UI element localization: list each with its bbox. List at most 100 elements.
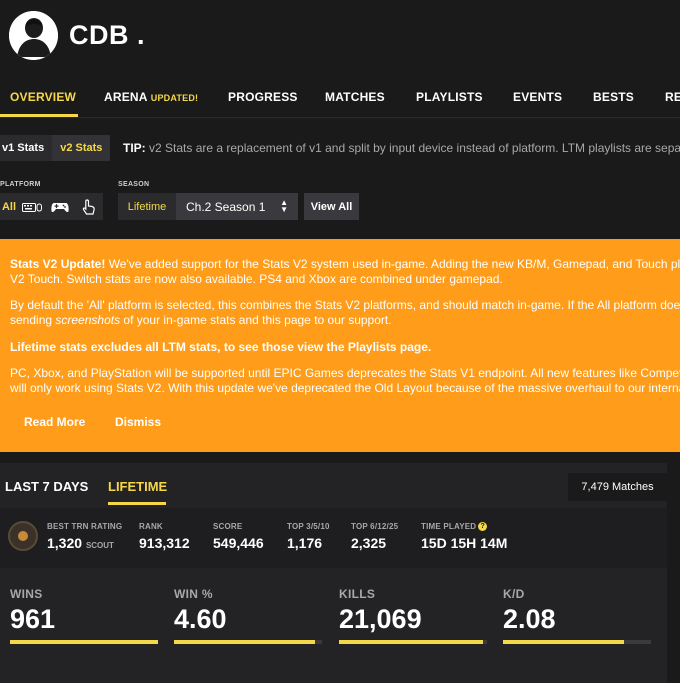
tab-progress[interactable]: PROGRESS: [228, 90, 298, 104]
read-more-button[interactable]: Read More: [24, 414, 85, 430]
top-3-5-10-value: 1,176: [287, 535, 323, 551]
top-6-12-25-stat: TOP 6/12/25 2,325: [351, 522, 398, 551]
v1-stats-button[interactable]: v1 Stats: [0, 135, 53, 161]
banner-line-4: sending screenshots of your in-game stat…: [10, 312, 392, 328]
season-select-value: Ch.2 Season 1: [186, 199, 266, 214]
info-icon[interactable]: ?: [478, 522, 488, 532]
tip-body: v2 Stats are a replacement of v1 and spl…: [149, 141, 680, 155]
wins-progress-fill: [10, 640, 158, 644]
kd-progress-fill: [503, 640, 625, 644]
tab-last-7-days[interactable]: LAST 7 DAYS: [5, 479, 88, 494]
tab-lifetime[interactable]: LIFETIME: [108, 479, 167, 494]
score-value: 549,446: [213, 535, 264, 551]
tab-events[interactable]: EVENTS: [513, 90, 562, 104]
wins-progress-bar: [10, 640, 158, 644]
v2-stats-button[interactable]: v2 Stats: [52, 135, 111, 161]
platform-filter: All: [0, 193, 103, 220]
gamepad-icon[interactable]: [46, 193, 74, 220]
score-stat: SCORE 549,446: [213, 522, 264, 551]
stats-tabs: LAST 7 DAYS LIFETIME 7,479 Matches: [0, 463, 667, 508]
best-trn-rating-label: BEST TRN RATING: [47, 522, 123, 531]
banner-line-5: Lifetime stats excludes all LTM stats, t…: [10, 340, 432, 354]
lifetime-tab-underline: [108, 502, 166, 505]
banner-line-4-emphasis: screenshots: [55, 313, 121, 327]
banner-line-2: V2 Touch. Switch stats are now also avai…: [10, 272, 503, 286]
rank-stat: RANK 913,312: [139, 522, 190, 551]
avatar[interactable]: [9, 11, 58, 60]
kills-stat: KILLS 21,069: [339, 587, 479, 635]
season-lifetime-button[interactable]: Lifetime: [118, 193, 176, 220]
avatar-silhouette-icon: [9, 11, 58, 60]
win-percent-progress-bar: [174, 640, 322, 644]
wins-label: WINS: [10, 587, 43, 601]
top-3-5-10-stat: TOP 3/5/10 1,176: [287, 522, 330, 551]
summary-stats-row: BEST TRN RATING 1,320 SCOUT RANK 913,312…: [0, 508, 667, 568]
tab-bests[interactable]: BESTS: [593, 90, 634, 104]
tab-matches[interactable]: MATCHES: [325, 90, 385, 104]
stats-v2-update-banner: Stats V2 Update! We've added support for…: [0, 239, 680, 452]
season-type-filter: Lifetime: [118, 193, 176, 220]
banner-line-1: Stats V2 Update! We've added support for…: [10, 256, 680, 272]
win-percent-stat: WIN % 4.60: [174, 587, 314, 635]
updated-badge: UPDATED!: [150, 93, 199, 103]
top-6-12-25-value: 2,325: [351, 535, 387, 551]
active-tab-underline: [0, 114, 78, 117]
banner-line-4-post: of your in-game stats and this page to o…: [120, 313, 392, 327]
banner-line-4-pre: sending: [10, 313, 56, 327]
stats-panel: LAST 7 DAYS LIFETIME 7,479 Matches BEST …: [0, 463, 667, 683]
kd-progress-bar: [503, 640, 651, 644]
score-label: SCORE: [213, 522, 243, 531]
time-played-value: 15D 15H 14M: [421, 535, 508, 552]
tip-text: TIP: v2 Stats are a replacement of v1 an…: [123, 141, 680, 155]
win-percent-progress-fill: [174, 640, 315, 644]
season-select[interactable]: Ch.2 Season 1 ▲ ▼: [176, 193, 298, 220]
win-percent-value: 4.60: [174, 604, 227, 634]
select-arrows-icon: ▲ ▼: [280, 198, 288, 214]
trn-rating-badge-icon: [8, 521, 38, 551]
time-played-label-row: TIME PLAYED?: [421, 522, 507, 532]
banner-line-1-text: We've added support for the Stats V2 sys…: [105, 257, 680, 271]
win-percent-label: WIN %: [174, 587, 213, 601]
time-played-label: TIME PLAYED: [421, 522, 477, 531]
platform-all-button[interactable]: All: [0, 193, 18, 220]
keyboard-mouse-icon[interactable]: [18, 193, 46, 220]
top-6-12-25-label: TOP 6/12/25: [351, 522, 399, 531]
player-name: CDB .: [69, 20, 145, 50]
banner-title: Stats V2 Update!: [10, 257, 106, 271]
banner-line-7: will only work using Stats V2. With this…: [10, 381, 680, 395]
profile-header: CDB .: [0, 0, 680, 70]
banner-line-3: By default the 'All' platform is selecte…: [10, 298, 680, 312]
top-3-5-10-label: TOP 3/5/10: [287, 522, 330, 531]
kd-stat: K/D 2.08: [503, 587, 643, 635]
view-all-button[interactable]: View All: [304, 193, 359, 220]
rank-label: RANK: [139, 522, 163, 531]
tab-arena-label: ARENA: [104, 90, 148, 104]
profile-nav: OVERVIEW ARENA UPDATED! PROGRESS MATCHES…: [0, 84, 680, 118]
kd-value: 2.08: [503, 604, 556, 634]
season-label: SEASON: [118, 181, 150, 188]
tab-playlists[interactable]: PLAYLISTS: [416, 90, 483, 104]
wins-value: 961: [10, 604, 56, 634]
kills-value: 21,069: [339, 604, 422, 634]
best-trn-rating-value-row: 1,320 SCOUT: [47, 535, 122, 551]
touch-icon[interactable]: [74, 193, 103, 220]
tab-arena[interactable]: ARENA UPDATED!: [104, 90, 198, 104]
stats-version-toggle: v1 Stats v2 Stats: [0, 135, 111, 161]
kd-label: K/D: [503, 587, 525, 601]
best-trn-rating-value: 1,320: [47, 535, 83, 551]
dismiss-button[interactable]: Dismiss: [115, 414, 161, 430]
time-played-stat: TIME PLAYED? 15D 15H 14M: [421, 522, 507, 551]
kills-label: KILLS: [339, 587, 376, 601]
rank-value: 913,312: [139, 535, 190, 551]
best-trn-rating: BEST TRN RATING 1,320 SCOUT: [47, 522, 122, 551]
page: CDB . OVERVIEW ARENA UPDATED! PROGRESS M…: [0, 0, 680, 683]
tab-overview[interactable]: OVERVIEW: [10, 90, 76, 104]
wins-stat: WINS 961: [10, 587, 150, 635]
matches-count: 7,479 Matches: [568, 473, 667, 501]
rating-tier: SCOUT: [85, 541, 114, 550]
platform-label: PLATFORM: [0, 181, 41, 188]
tab-records[interactable]: RE: [665, 90, 680, 104]
kills-progress-fill: [339, 640, 483, 644]
kills-progress-bar: [339, 640, 487, 644]
banner-line-6: PC, Xbox, and PlayStation will be suppor…: [10, 366, 680, 380]
